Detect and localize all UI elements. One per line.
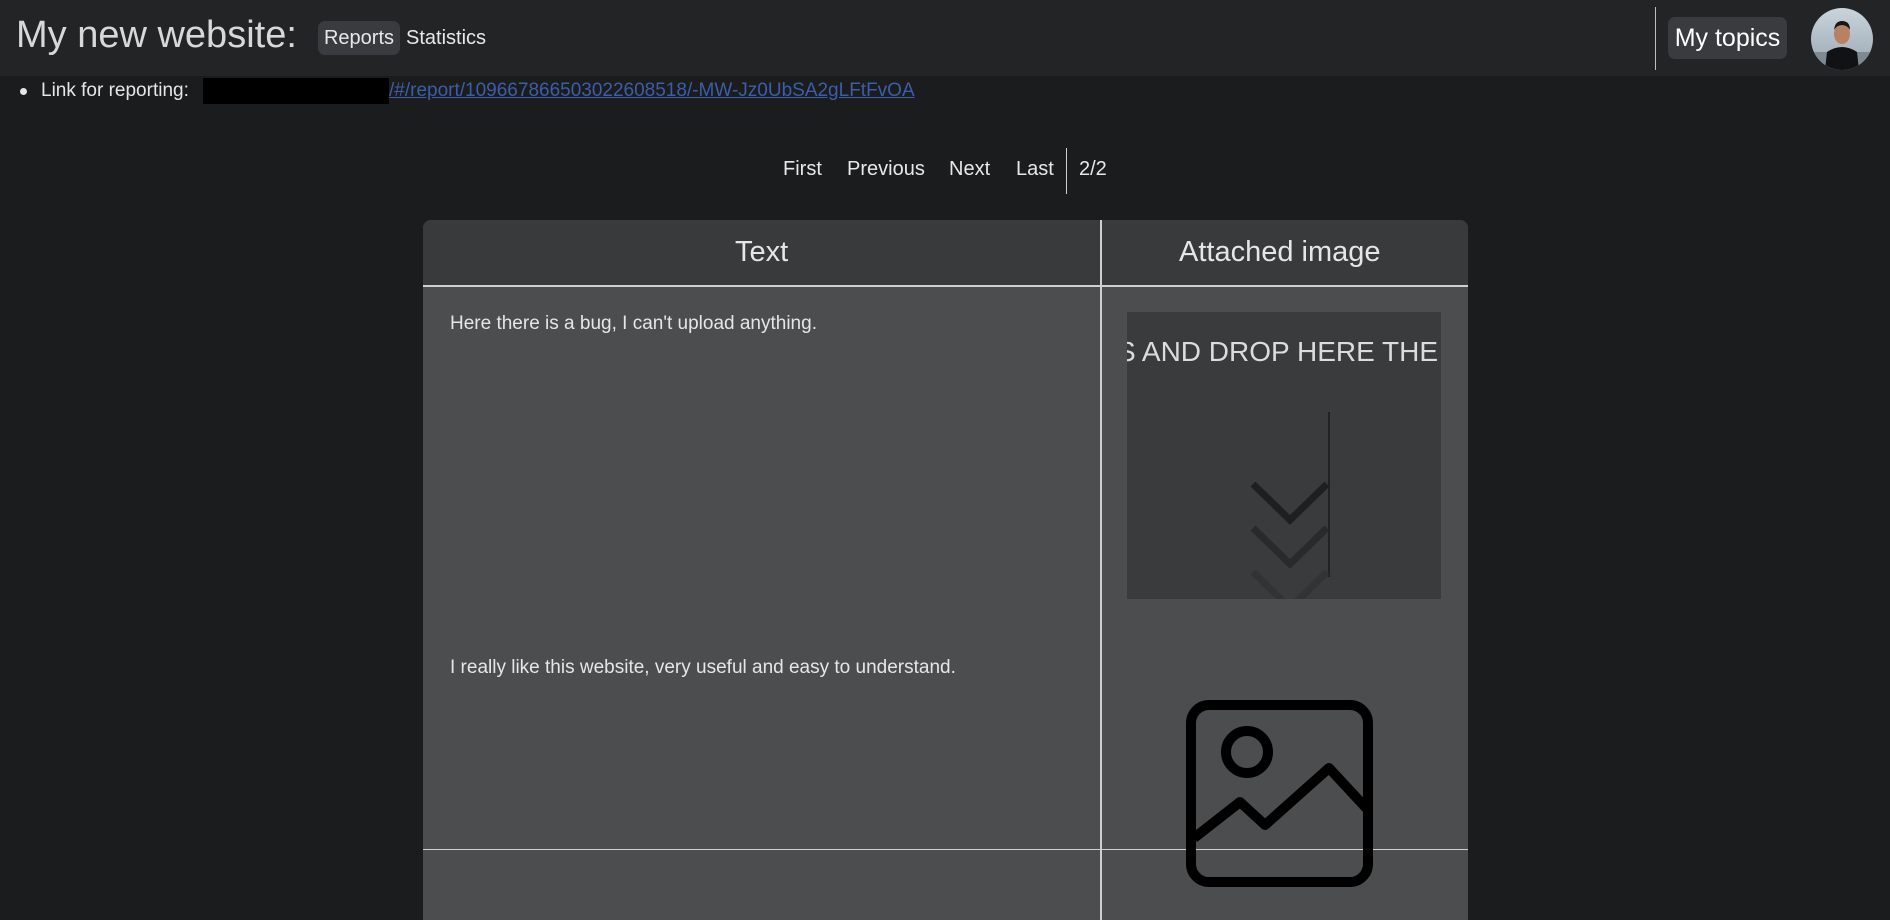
- reports-table: Text Attached image Here there is a bug,…: [423, 220, 1468, 920]
- user-avatar[interactable]: [1811, 8, 1873, 70]
- nav-reports-button[interactable]: Reports: [318, 21, 400, 55]
- pagination-last[interactable]: Last: [1016, 158, 1054, 181]
- report-link-label: Link for reporting:: [41, 80, 189, 101]
- column-header-attached-image: Attached image: [1179, 236, 1381, 268]
- row-1-text: Here there is a bug, I can't upload anyt…: [450, 313, 817, 334]
- list-bullet: [20, 88, 27, 95]
- column-divider: [1100, 220, 1102, 920]
- column-header-text: Text: [735, 236, 789, 268]
- my-topics-button[interactable]: My topics: [1668, 17, 1787, 59]
- top-bar: My new website: Reports Statistics My to…: [0, 0, 1890, 76]
- redacted-block: [203, 78, 389, 104]
- row-1-attached-image[interactable]: S AND DROP HERE THE: [1127, 312, 1441, 599]
- drop-arrows-icon: [1250, 412, 1330, 599]
- avatar-image: [1811, 8, 1873, 70]
- report-link[interactable]: /#/report/10966786650302260851​8/-MW-Jz0…: [389, 80, 915, 102]
- header-divider: [1655, 7, 1656, 70]
- nav-statistics-link[interactable]: Statistics: [406, 21, 486, 55]
- pagination-next[interactable]: Next: [949, 158, 990, 181]
- table-header: Text Attached image: [423, 220, 1468, 287]
- pagination-divider: [1066, 148, 1067, 194]
- row-2-text: I really like this website, very useful …: [450, 657, 956, 678]
- site-title: My new website:: [16, 14, 297, 56]
- pagination-first[interactable]: First: [783, 158, 822, 181]
- pagination-previous[interactable]: Previous: [847, 158, 925, 181]
- page-indicator: 2/2: [1079, 158, 1107, 180]
- image-placeholder-icon: [1186, 700, 1373, 887]
- pagination: First Previous Next Last 2/2: [0, 148, 1890, 194]
